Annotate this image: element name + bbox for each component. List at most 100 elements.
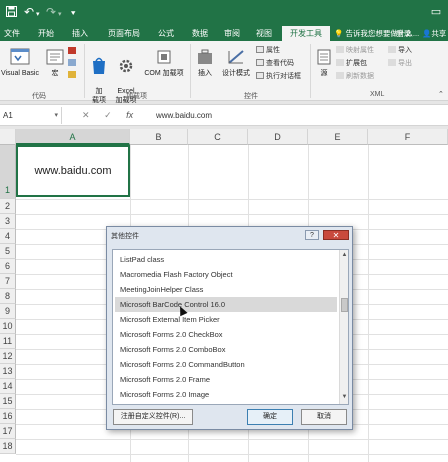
name-box[interactable]: A1 ▾ [0,107,62,124]
tab-view[interactable]: 视图 [252,26,276,41]
run-dialog-button[interactable]: 执行对话框 [256,72,301,82]
undo-dropdown-icon[interactable]: ▾ [36,9,40,21]
addins-button[interactable]: 加 载项 [88,47,110,105]
row-header-5[interactable]: 5 [0,244,16,259]
list-item[interactable]: Macromedia Flash Factory Object [115,267,337,282]
row-header-14[interactable]: 14 [0,379,16,394]
dialog-title: 其他控件 [111,233,139,240]
insert-control-button[interactable]: 插入 [194,47,216,78]
tab-file[interactable]: 文件 [0,26,24,41]
column-header-f[interactable]: F [368,129,448,145]
redo-dropdown-icon[interactable]: ▾ [58,9,62,21]
scroll-down-icon[interactable]: ▼ [340,393,348,402]
expansion-packs-button[interactable]: 扩展包 [336,59,367,69]
list-item[interactable]: Microsoft Forms 2.0 ComboBox [115,342,337,357]
list-item[interactable]: Microsoft External Item Picker [115,312,337,327]
visual-basic-button[interactable]: Visual Basic [0,47,40,78]
list-item[interactable]: Microsoft Forms 2.0 Image [115,387,337,402]
record-icon [68,47,76,54]
column-header-d[interactable]: D [248,129,308,145]
list-item[interactable]: Microsoft Forms 2.0 CommandButton [115,357,337,372]
relative-references-button[interactable] [68,59,78,69]
row-header-12[interactable]: 12 [0,349,16,364]
expansion-packs-label: 扩展包 [346,60,367,67]
cancel-button[interactable]: 取消 [301,409,347,425]
toolbox-icon [198,49,212,64]
cancel-entry-icon[interactable]: ✕ [82,110,90,120]
scroll-up-icon[interactable]: ▲ [340,251,348,260]
close-icon[interactable]: ✕ [323,230,349,240]
row-header-11[interactable]: 11 [0,334,16,349]
tab-insert[interactable]: 插入 [68,26,92,41]
list-item[interactable]: Microsoft Forms 2.0 CheckBox [115,327,337,342]
row-header-2[interactable]: 2 [0,199,16,214]
undo-icon[interactable]: ↶ [24,6,34,18]
macros-button[interactable]: 宏 [44,47,66,78]
row-header-6[interactable]: 6 [0,259,16,274]
row-header-16[interactable]: 16 [0,409,16,424]
row-header-7[interactable]: 7 [0,274,16,289]
tab-formulas[interactable]: 公式 [154,26,178,41]
confirm-entry-icon[interactable]: ✓ [104,110,112,120]
column-header-c[interactable]: C [188,129,248,145]
row-header-18[interactable]: 18 [0,439,16,454]
scroll-thumb[interactable] [341,298,348,312]
help-icon[interactable]: ? [305,230,319,240]
register-custom-button[interactable]: 注册自定义控件(R)... [113,409,193,425]
column-header-b[interactable]: B [130,129,188,145]
sign-in-link[interactable]: 登录 [396,26,411,41]
tab-developer[interactable]: 开发工具 [282,26,330,41]
map-properties-button[interactable]: 映射属性 [336,46,374,56]
refresh-icon [336,72,344,79]
xml-source-button[interactable]: 源 [314,47,334,78]
collapse-ribbon-icon[interactable]: ⌃ [438,90,444,100]
qat-dropdown-icon[interactable]: ⯆ [70,8,76,20]
row-header-13[interactable]: 13 [0,364,16,379]
record-macro-button[interactable] [68,47,78,57]
gridline [16,214,448,215]
column-header-e[interactable]: E [308,129,368,145]
list-item[interactable]: Microsoft Forms 2.0 Frame [115,372,337,387]
ribbon-options-icon[interactable]: ▭ [428,5,444,19]
list-item[interactable]: MeetingJoinHelper Class [115,282,337,297]
row-header-3[interactable]: 3 [0,214,16,229]
view-code-button[interactable]: 查看代码 [256,59,294,69]
row-header-9[interactable]: 9 [0,304,16,319]
export-icon [388,59,396,66]
column-header-a[interactable]: A [16,129,130,145]
name-box-dropdown-icon[interactable]: ▾ [54,107,58,124]
tab-data[interactable]: 数据 [188,26,212,41]
row-header-10[interactable]: 10 [0,319,16,334]
row-header-17[interactable]: 17 [0,424,16,439]
refresh-data-button[interactable]: 刷新数据 [336,72,374,82]
formula-input[interactable]: www.baidu.com [156,107,212,124]
row-header-1[interactable]: 1 [0,145,16,199]
import-button[interactable]: 导入 [388,46,412,56]
row-header-15[interactable]: 15 [0,394,16,409]
controls-listbox[interactable]: ListPad class Macromedia Flash Factory O… [112,249,349,405]
save-icon[interactable] [6,6,17,17]
redo-icon[interactable]: ↷ [46,6,56,18]
tab-review[interactable]: 审阅 [220,26,244,41]
gridline [16,439,448,440]
select-all-corner[interactable] [0,129,16,145]
import-label: 导入 [398,47,412,54]
row-header-4[interactable]: 4 [0,229,16,244]
visual-basic-label: Visual Basic [0,70,39,77]
com-addins-button[interactable]: COM 加载项 [140,47,188,78]
tab-page-layout[interactable]: 页面布局 [104,26,144,41]
list-item-selected[interactable]: Microsoft BarCode Control 16.0 [115,297,337,312]
tab-home[interactable]: 开始 [34,26,58,41]
cell-a1[interactable]: www.baidu.com [16,145,130,197]
export-button[interactable]: 导出 [388,59,412,69]
macro-security-button[interactable] [68,71,78,81]
list-item[interactable]: ListPad class [115,252,337,267]
properties-button[interactable]: 属性 [256,46,280,56]
formula-bar-buttons: ✕ ✓ fx [82,107,133,124]
ok-button[interactable]: 确定 [247,409,293,425]
list-scrollbar[interactable]: ▲ ▼ [339,250,348,404]
design-mode-button[interactable]: 设计模式 [218,47,254,78]
insert-function-icon[interactable]: fx [126,110,133,120]
share-button[interactable]: 👤共享 [422,26,446,41]
row-header-8[interactable]: 8 [0,289,16,304]
